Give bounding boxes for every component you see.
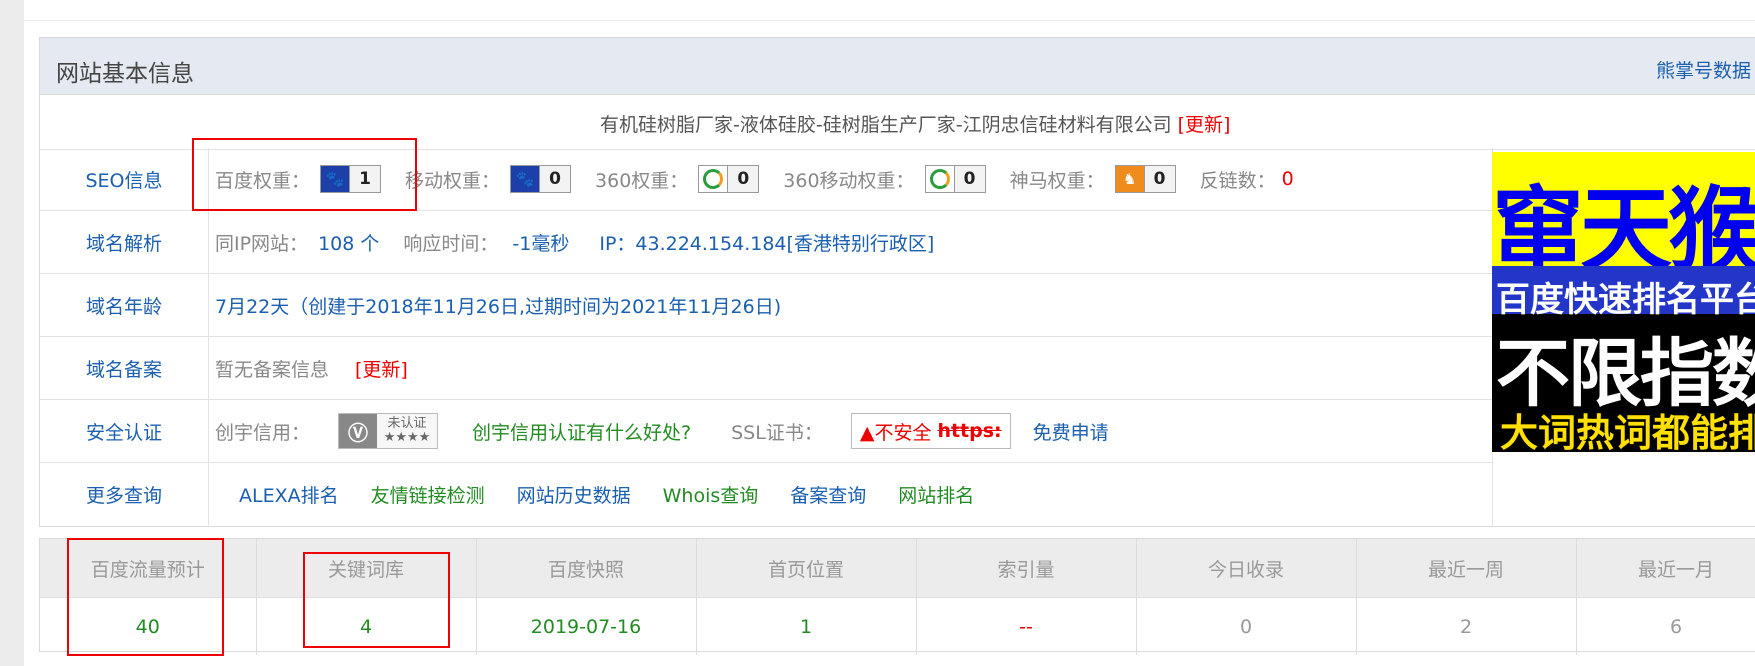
highlight-box-baidu-weight	[192, 138, 417, 211]
security-row: 安全认证 创宇信用： Ⓥ 未认证 ★★★★ 创宇信用认证有什么好处? SSL证书…	[40, 400, 1492, 463]
dns-label[interactable]: 域名解析	[40, 211, 209, 273]
stat-header-week: 最近一周	[1356, 539, 1577, 598]
backlink-value[interactable]: 0	[1282, 168, 1294, 190]
alexa-rank-link[interactable]: ALEXA排名	[239, 481, 339, 508]
xiongzhang-data-link[interactable]: 熊掌号数据	[1656, 56, 1751, 83]
stats-value-row: 40 4 2019-07-16 1 -- 0 2 6	[40, 597, 1755, 655]
site-title: 有机硅树脂厂家-液体硅胶-硅树脂生产厂家-江阴忠信硅材料有限公司	[600, 114, 1172, 136]
icp-query-link[interactable]: 备案查询	[790, 481, 866, 508]
ssl-warning: ▲不安全	[859, 421, 932, 444]
stat-header-month: 最近一月	[1576, 539, 1755, 598]
same-ip-label: 同IP网站：	[215, 232, 309, 255]
stat-today-value[interactable]: 0	[1136, 597, 1357, 655]
left-gutter	[0, 0, 24, 666]
icp-value: 暂无备案信息	[215, 358, 330, 381]
stat-month-value[interactable]: 6	[1576, 597, 1755, 655]
360-logo-icon	[699, 166, 728, 192]
verified-v-icon: Ⓥ	[339, 414, 378, 448]
360-mobile-weight-label: 360移动权重：	[783, 169, 915, 192]
mobile-weight-badge[interactable]: 🐾 0	[510, 165, 572, 193]
more-queries-label[interactable]: 更多查询	[40, 463, 209, 525]
shenma-weight-label: 神马权重：	[1009, 169, 1105, 192]
more-queries-row: 更多查询 ALEXA排名 友情链接检测 网站历史数据 Whois查询 备案查询 …	[40, 463, 1492, 525]
advertisement-banner[interactable]: 窜天猴 百度快速排名平台 不限指数 大词热词都能排	[1492, 152, 1755, 452]
security-label[interactable]: 安全认证	[40, 400, 209, 462]
stats-table: 百度流量预计 关键词库 百度快照 首页位置 索引量 今日收录 最近一周 最近一月…	[39, 538, 1755, 655]
mobile-weight-value: 0	[539, 166, 571, 192]
stats-header-row: 百度流量预计 关键词库 百度快照 首页位置 索引量 今日收录 最近一周 最近一月	[40, 539, 1755, 598]
highlight-box-keywords	[303, 552, 450, 648]
top-divider	[24, 20, 1755, 21]
stat-header-index: 索引量	[916, 539, 1137, 598]
domain-age-row: 域名年龄 7月22天（创建于2018年11月26日,过期时间为2021年11月2…	[40, 274, 1492, 337]
same-ip-value[interactable]: 108 个	[318, 229, 379, 256]
cert-stars: ★★★★	[383, 430, 431, 445]
credibility-badge[interactable]: Ⓥ 未认证 ★★★★	[338, 413, 439, 449]
stat-header-today: 今日收录	[1136, 539, 1357, 598]
ssl-status-badge[interactable]: ▲不安全 https:	[850, 413, 1011, 449]
baidu-paw-icon: 🐾	[511, 166, 540, 192]
domain-age-label[interactable]: 域名年龄	[40, 274, 209, 336]
360-weight-label: 360权重：	[595, 169, 689, 192]
highlight-box-traffic	[67, 538, 224, 656]
site-rank-link[interactable]: 网站排名	[898, 481, 974, 508]
dns-row: 域名解析 同IP网站： 108 个 响应时间： -1毫秒 IP：43.224.1…	[40, 211, 1492, 274]
icp-update-link[interactable]: [更新]	[355, 355, 408, 382]
360-weight-badge[interactable]: 0	[698, 165, 760, 193]
whois-link[interactable]: Whois查询	[663, 481, 759, 508]
response-time-label: 响应时间：	[403, 232, 499, 255]
shenma-horse-icon: ♞	[1115, 166, 1144, 192]
site-history-link[interactable]: 网站历史数据	[517, 481, 631, 508]
ssl-https-strike: https:	[937, 420, 1002, 442]
icp-row: 域名备案 暂无备案信息 [更新]	[40, 337, 1492, 400]
360-logo-icon	[925, 166, 954, 192]
credibility-info-link[interactable]: 创宇信用认证有什么好处?	[472, 418, 691, 445]
cert-status: 未认证	[387, 416, 427, 431]
shenma-weight-badge[interactable]: ♞ 0	[1114, 165, 1176, 193]
friend-link-check-link[interactable]: 友情链接检测	[371, 481, 485, 508]
stat-homepage-pos-value[interactable]: 1	[696, 597, 917, 655]
panel-header: 网站基本信息 熊掌号数据	[40, 38, 1755, 95]
response-time-value: -1毫秒	[512, 232, 570, 255]
360-mobile-weight-value: 0	[953, 166, 985, 192]
icp-label[interactable]: 域名备案	[40, 337, 209, 399]
site-title-update-link[interactable]: [更新]	[1178, 114, 1231, 136]
shenma-weight-value: 0	[1143, 166, 1175, 192]
ssl-label: SSL证书：	[731, 421, 823, 444]
credibility-label: 创宇信用：	[215, 421, 311, 444]
stat-week-value[interactable]: 2	[1356, 597, 1577, 655]
stat-header-homepage-pos: 首页位置	[696, 539, 917, 598]
backlink-label: 反链数：	[1199, 169, 1276, 192]
360-mobile-weight-badge[interactable]: 0	[924, 165, 986, 193]
ad-line-4: 大词热词都能排	[1500, 411, 1755, 452]
domain-age-value[interactable]: 7月22天（创建于2018年11月26日,过期时间为2021年11月26日)	[215, 292, 781, 319]
ip-address[interactable]: IP：43.224.154.184[香港特别行政区]	[599, 229, 934, 256]
mobile-weight-label: 移动权重：	[405, 169, 501, 192]
360-weight-value: 0	[727, 166, 759, 192]
seo-label[interactable]: SEO信息	[40, 148, 209, 210]
stat-snapshot-value[interactable]: 2019-07-16	[476, 597, 697, 655]
stat-header-snapshot: 百度快照	[476, 539, 697, 598]
panel-title: 网站基本信息	[56, 61, 194, 87]
ssl-apply-link[interactable]: 免费申请	[1033, 418, 1109, 445]
stat-index-value[interactable]: --	[916, 597, 1137, 655]
